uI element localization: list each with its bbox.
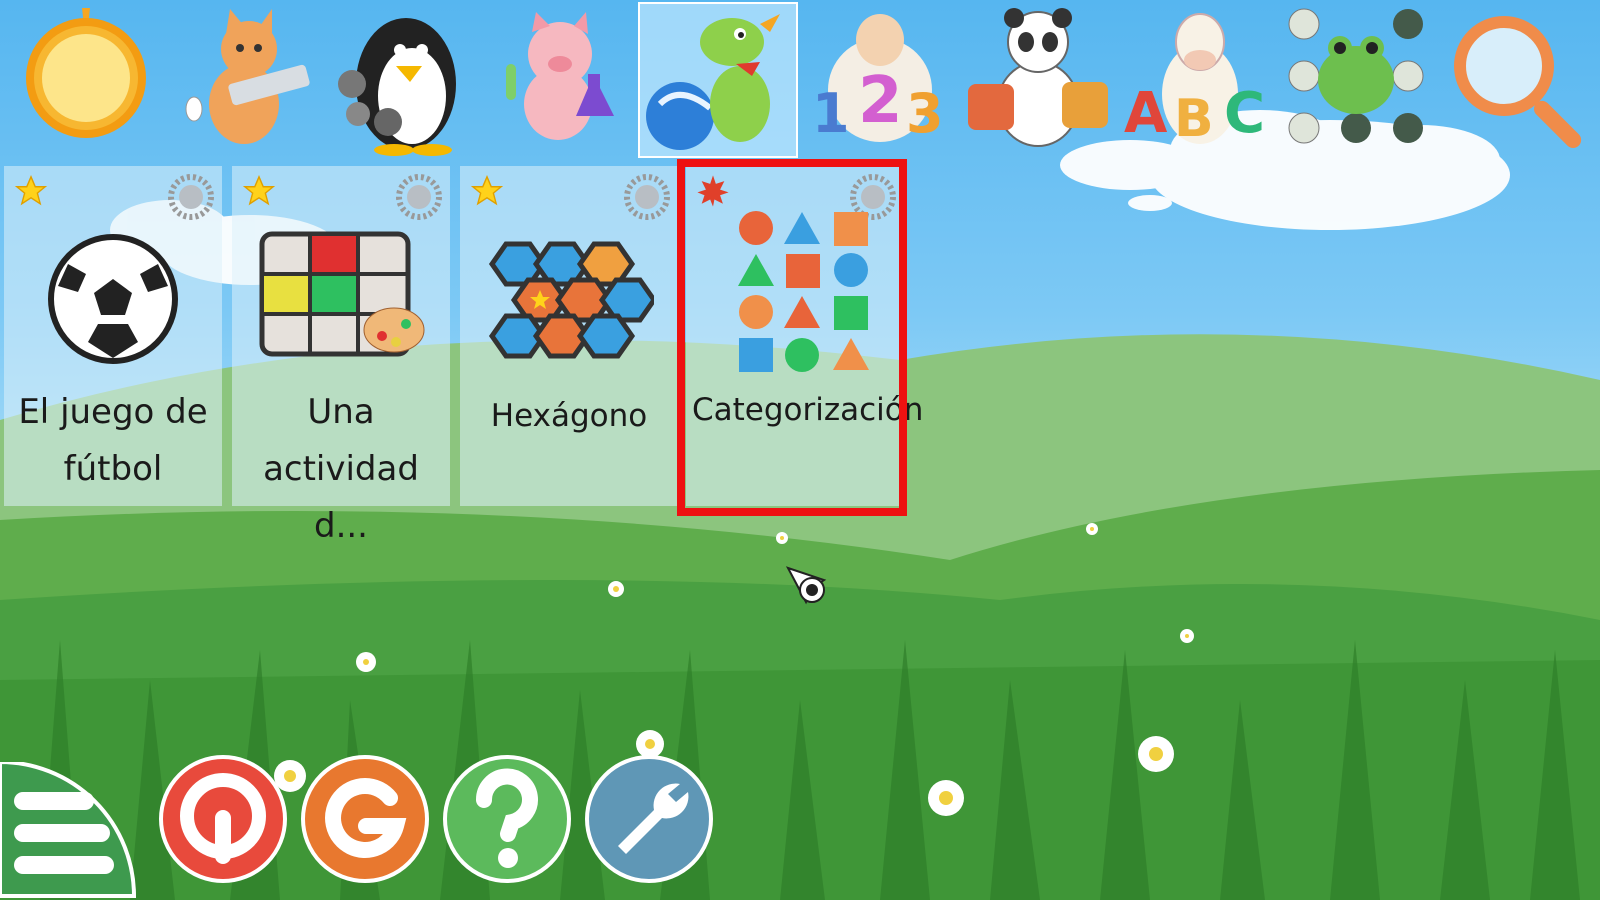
activity-card-football[interactable]: El juego de fútbol <box>4 166 222 506</box>
activity-card-hexagon[interactable]: Hexágono <box>460 166 678 506</box>
cow-letters-icon[interactable]: A B C <box>1120 4 1276 156</box>
star-icon <box>14 175 48 206</box>
sheep-numbers-icon[interactable]: 1 2 3 <box>800 4 956 156</box>
activity-label: El juego de fútbol <box>18 392 208 489</box>
settings-button[interactable] <box>584 754 714 884</box>
gcompris-g-icon <box>301 755 429 883</box>
pig-science-icon[interactable] <box>484 4 640 156</box>
svg-text:1: 1 <box>812 82 850 145</box>
menu-icon[interactable] <box>0 762 140 900</box>
svg-text:3: 3 <box>906 82 944 145</box>
about-button[interactable] <box>300 754 430 884</box>
dragon-ball-icon[interactable] <box>638 2 798 158</box>
panda-puzzle-icon[interactable] <box>960 4 1116 156</box>
svg-text:2: 2 <box>858 64 903 138</box>
svg-text:A: A <box>1124 81 1168 146</box>
sun-icon[interactable] <box>4 4 160 156</box>
hexagon-grid-icon <box>488 241 654 359</box>
football-icon <box>48 234 178 364</box>
cursor-icon <box>786 566 827 605</box>
paint-grid-icon <box>259 231 425 357</box>
frog-memory-icon[interactable] <box>1280 4 1436 156</box>
svg-text:B: B <box>1174 89 1214 149</box>
star-icon <box>242 175 276 206</box>
svg-text:C: C <box>1224 81 1265 146</box>
gear-icon[interactable] <box>394 172 444 222</box>
gear-icon[interactable] <box>166 172 216 222</box>
activity-card-painting[interactable]: Una actividad d... <box>232 166 450 546</box>
wrench-icon <box>585 755 713 883</box>
cat-computer-icon[interactable] <box>164 4 320 156</box>
exit-button[interactable] <box>158 754 288 884</box>
selection-highlight <box>677 159 907 516</box>
activity-label: Una actividad d... <box>263 392 419 546</box>
penguin-gears-icon[interactable] <box>324 4 480 156</box>
star-icon <box>470 175 504 206</box>
activity-label: Hexágono <box>490 398 648 434</box>
gear-icon[interactable] <box>622 172 672 222</box>
power-icon <box>159 755 287 883</box>
help-button[interactable] <box>442 754 572 884</box>
question-icon <box>443 755 571 883</box>
search-icon[interactable] <box>1440 4 1596 156</box>
